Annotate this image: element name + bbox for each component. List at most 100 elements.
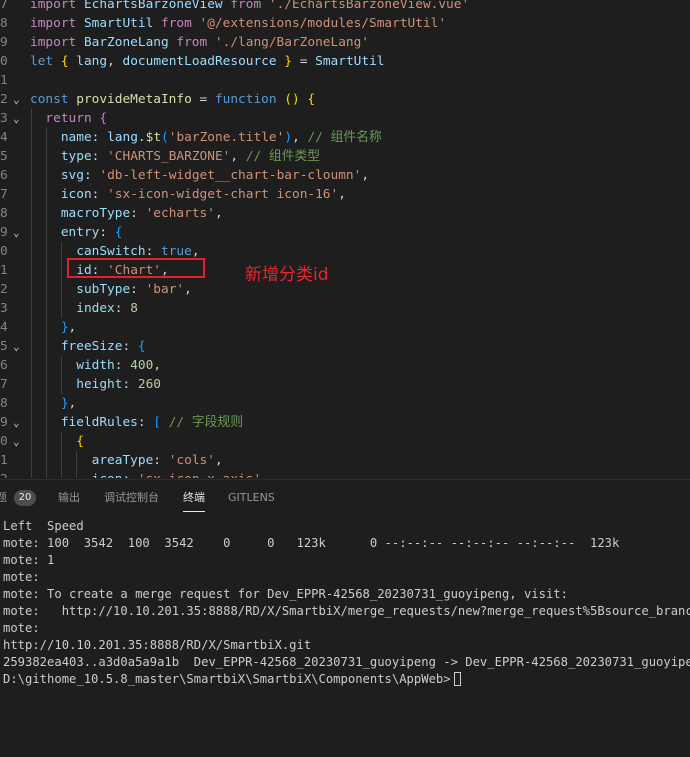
- code-token: ,: [68, 396, 77, 411]
- fold-chevron-icon[interactable]: ⌄: [13, 223, 25, 242]
- tab-terminal[interactable]: 终端: [183, 480, 205, 516]
- line-number: 9: [0, 415, 8, 430]
- indent-guide: [61, 242, 62, 318]
- code-editor[interactable]: 7 import EchartsBarzoneView from './Echar…: [0, 0, 690, 478]
- code-text: name: lang.$t('barZone.title'), // 组件名称: [30, 128, 382, 147]
- indent-guide: [61, 432, 62, 478]
- fold-chevron-icon[interactable]: ⌄: [13, 90, 25, 109]
- tab-debug-console[interactable]: 调试控制台: [104, 480, 159, 516]
- code-line[interactable]: 3 index: 8: [0, 299, 690, 318]
- indent-guide: [61, 356, 62, 394]
- code-token: height: [76, 377, 123, 392]
- line-number: 8: [0, 396, 8, 411]
- code-token: macroType: [60, 206, 131, 221]
- line-number: 5: [0, 149, 8, 164]
- line-number: 6: [0, 358, 8, 373]
- code-token: :: [91, 130, 108, 145]
- terminal-line: http://10.10.201.35:8888/RD/X/SmartbiX.g…: [3, 638, 312, 652]
- code-text: import BarZoneLang from './lang/BarZoneL…: [30, 33, 369, 52]
- code-line[interactable]: 7 icon: 'sx-icon-widget-chart icon-16',: [0, 185, 690, 204]
- code-line[interactable]: 2 subType: 'bar',: [0, 280, 690, 299]
- terminal-line: mote: To create a merge request for Dev_…: [3, 587, 568, 601]
- code-token: function: [214, 92, 285, 107]
- code-token: freeSize: [60, 339, 123, 354]
- code-token: name: [60, 130, 92, 145]
- code-token: 'bar': [145, 282, 185, 297]
- code-token: type: [60, 149, 92, 164]
- code-line[interactable]: 4 },: [0, 318, 690, 337]
- code-token: 'CHARTS_BARZONE': [107, 149, 231, 164]
- code-token: {: [76, 434, 84, 449]
- code-token: 'barZone.title': [168, 130, 285, 145]
- code-token: 400: [130, 358, 154, 373]
- code-text: icon: 'sx-icon-widget-chart icon-16',: [30, 185, 346, 204]
- code-line[interactable]: 2 icon: 'sx-icon-x-axis',: [0, 470, 690, 478]
- code-token: 'sx-icon-x-axis': [138, 472, 261, 478]
- fold-chevron-icon[interactable]: ⌄: [13, 413, 25, 432]
- line-number: 8: [0, 206, 8, 221]
- code-token: './EchartsBarzoneView.vue': [268, 0, 470, 12]
- code-line[interactable]: 7 height: 260: [0, 375, 690, 394]
- tab-gitlens[interactable]: GITLENS: [228, 480, 275, 516]
- tab-problems-label[interactable]: 题: [0, 480, 7, 516]
- fold-chevron-icon[interactable]: ⌄: [13, 432, 25, 451]
- code-token: areaType: [91, 453, 154, 468]
- indent-guide: [31, 109, 32, 478]
- code-token: ,: [230, 149, 246, 164]
- fold-chevron-icon[interactable]: ⌄: [13, 337, 25, 356]
- line-number: 5: [0, 339, 8, 354]
- code-line[interactable]: 2 ⌄ const provideMetaInfo = function () {: [0, 90, 690, 109]
- code-line[interactable]: 8 import SmartUtil from '@/extensions/mod…: [0, 14, 690, 33]
- code-token: =: [299, 54, 316, 69]
- fold-chevron-icon[interactable]: ⌄: [13, 109, 25, 128]
- code-line[interactable]: 6 width: 400,: [0, 356, 690, 375]
- code-token: :: [137, 415, 154, 430]
- code-line[interactable]: 8 macroType: 'echarts',: [0, 204, 690, 223]
- code-line[interactable]: 8 },: [0, 394, 690, 413]
- code-token: icon: [92, 472, 123, 478]
- code-line[interactable]: 9 ⌄ entry: {: [0, 223, 690, 242]
- code-line[interactable]: 1 areaType: 'cols',: [0, 451, 690, 470]
- code-line[interactable]: 6 svg: 'db-left-widget__chart-bar-cloumn…: [0, 166, 690, 185]
- code-token: ,: [292, 130, 308, 145]
- code-line[interactable]: 5 ⌄ freeSize: {: [0, 337, 690, 356]
- code-token: // 字段规则: [168, 415, 244, 430]
- code-token: entry: [60, 225, 100, 240]
- code-token: 'sx-icon-widget-chart icon-16': [107, 187, 339, 202]
- code-text: subType: 'bar',: [30, 280, 192, 299]
- code-token: 260: [137, 377, 162, 392]
- terminal-output[interactable]: Left Speed mote: 100 3542 100 3542 0 0 12…: [0, 515, 690, 757]
- line-number: 7: [0, 0, 8, 12]
- code-text: width: 400,: [30, 356, 161, 375]
- line-number: 7: [0, 187, 8, 202]
- code-text: type: 'CHARTS_BARZONE', // 组件类型: [30, 147, 320, 166]
- code-token: :: [122, 472, 137, 478]
- code-line[interactable]: 4 name: lang.$t('barZone.title'), // 组件名…: [0, 128, 690, 147]
- code-line[interactable]: 5 type: 'CHARTS_BARZONE', // 组件类型: [0, 147, 690, 166]
- code-token: :: [130, 206, 146, 221]
- code-line[interactable]: 7 import EchartsBarzoneView from './Echar…: [0, 0, 690, 14]
- code-line[interactable]: 0 let { lang, documentLoadResource } = Sm…: [0, 52, 690, 71]
- code-line[interactable]: 9 import BarZoneLang from './lang/BarZone…: [0, 33, 690, 52]
- code-token: }: [60, 320, 69, 335]
- line-number: 0: [0, 244, 8, 259]
- code-text: areaType: 'cols',: [30, 451, 223, 470]
- code-line[interactable]: 3 ⌄ return {: [0, 109, 690, 128]
- code-token: 8: [130, 301, 138, 316]
- code-text: import EchartsBarzoneView from './Echart…: [30, 0, 469, 14]
- code-token: BarZoneLang: [83, 35, 177, 50]
- code-token: lang: [107, 130, 138, 145]
- terminal-line: mote:: [3, 570, 40, 584]
- line-number: 7: [0, 377, 8, 392]
- code-line[interactable]: 0 ⌄ {: [0, 432, 690, 451]
- code-token: icon: [60, 187, 92, 202]
- tab-output[interactable]: 输出: [58, 480, 80, 516]
- code-token: import: [30, 16, 84, 31]
- code-text: import SmartUtil from '@/extensions/modu…: [30, 14, 446, 33]
- code-token: './lang/BarZoneLang': [214, 35, 370, 50]
- code-line[interactable]: 9 ⌄ fieldRules: [ // 字段规则: [0, 413, 690, 432]
- code-line[interactable]: 1: [0, 71, 690, 90]
